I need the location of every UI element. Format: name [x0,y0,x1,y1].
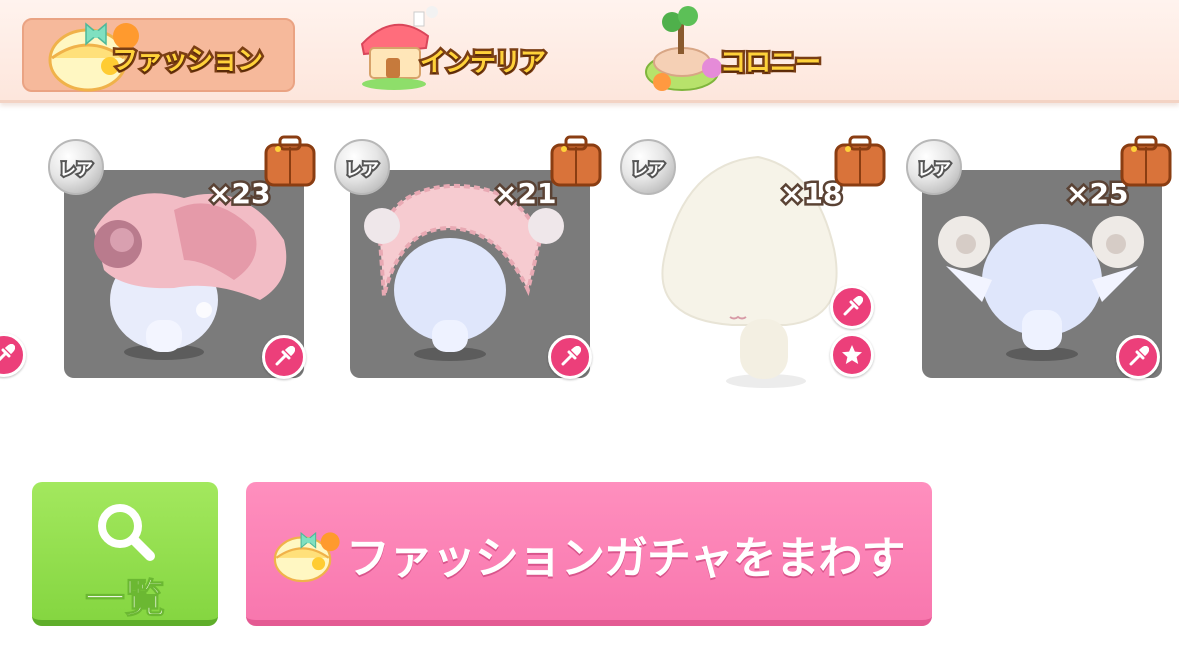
eyedropper-button[interactable] [1116,335,1160,379]
bag-icon [264,135,316,187]
eyedropper-button[interactable] [0,333,26,377]
bag-icon [0,141,2,201]
star-icon [842,345,862,364]
eyedropper-button[interactable] [548,335,592,379]
rare-badge: レア [334,139,390,195]
tab-fashion-label: ファッション [109,44,265,79]
rare-label: レア [629,158,667,182]
list-view-label: 一覧 [85,576,166,623]
eyedropper-icon [843,296,863,316]
rare-badge: レア [620,139,676,195]
item-carousel[interactable]: ×23 レア ×21 レア ×18 レア ×25 レア [0,125,1179,395]
bag-icon [1120,135,1172,187]
favorite-star-button[interactable] [830,333,874,377]
eyedropper-icon [1129,346,1149,366]
rare-badge: レア [906,139,962,195]
item-slot-4[interactable]: ×25 レア [898,125,1178,395]
rare-label: レア [57,158,95,182]
tab-colony[interactable]: コロニー [640,6,830,92]
item-slot-1[interactable]: ×23 レア [40,125,320,395]
eyedropper-icon [0,344,15,362]
colony-island-icon [645,6,722,91]
bag-icon [550,135,602,187]
rare-label: レア [343,158,381,182]
search-icon [98,504,155,561]
item-slot-3[interactable]: ×18 レア [612,125,892,395]
eyedropper-icon [275,346,295,366]
item-slot-2[interactable]: ×21 レア [326,125,606,395]
rare-label: レア [915,158,953,182]
rare-badge: レア [48,139,104,195]
eyedropper-button[interactable] [830,285,874,329]
eyedropper-button[interactable] [262,335,306,379]
eyedropper-icon [561,346,581,366]
tab-interior-label: インテリア [417,46,548,81]
tab-fashion[interactable]: ファッション [22,18,295,92]
fashion-gacha-capsule-icon [273,531,340,583]
partial-item-left[interactable] [0,125,26,395]
tab-interior[interactable]: インテリア [350,6,560,92]
fashion-gacha-button[interactable]: ファッションガチャをまわす [246,482,932,626]
fashion-gacha-label: ファッションガチャをまわす [346,533,906,584]
list-view-button[interactable]: 一覧 [32,482,218,626]
category-tab-bar: ファッション インテリア コロニー [0,0,1179,103]
tab-colony-label: コロニー [717,46,823,81]
bag-icon [834,135,886,187]
